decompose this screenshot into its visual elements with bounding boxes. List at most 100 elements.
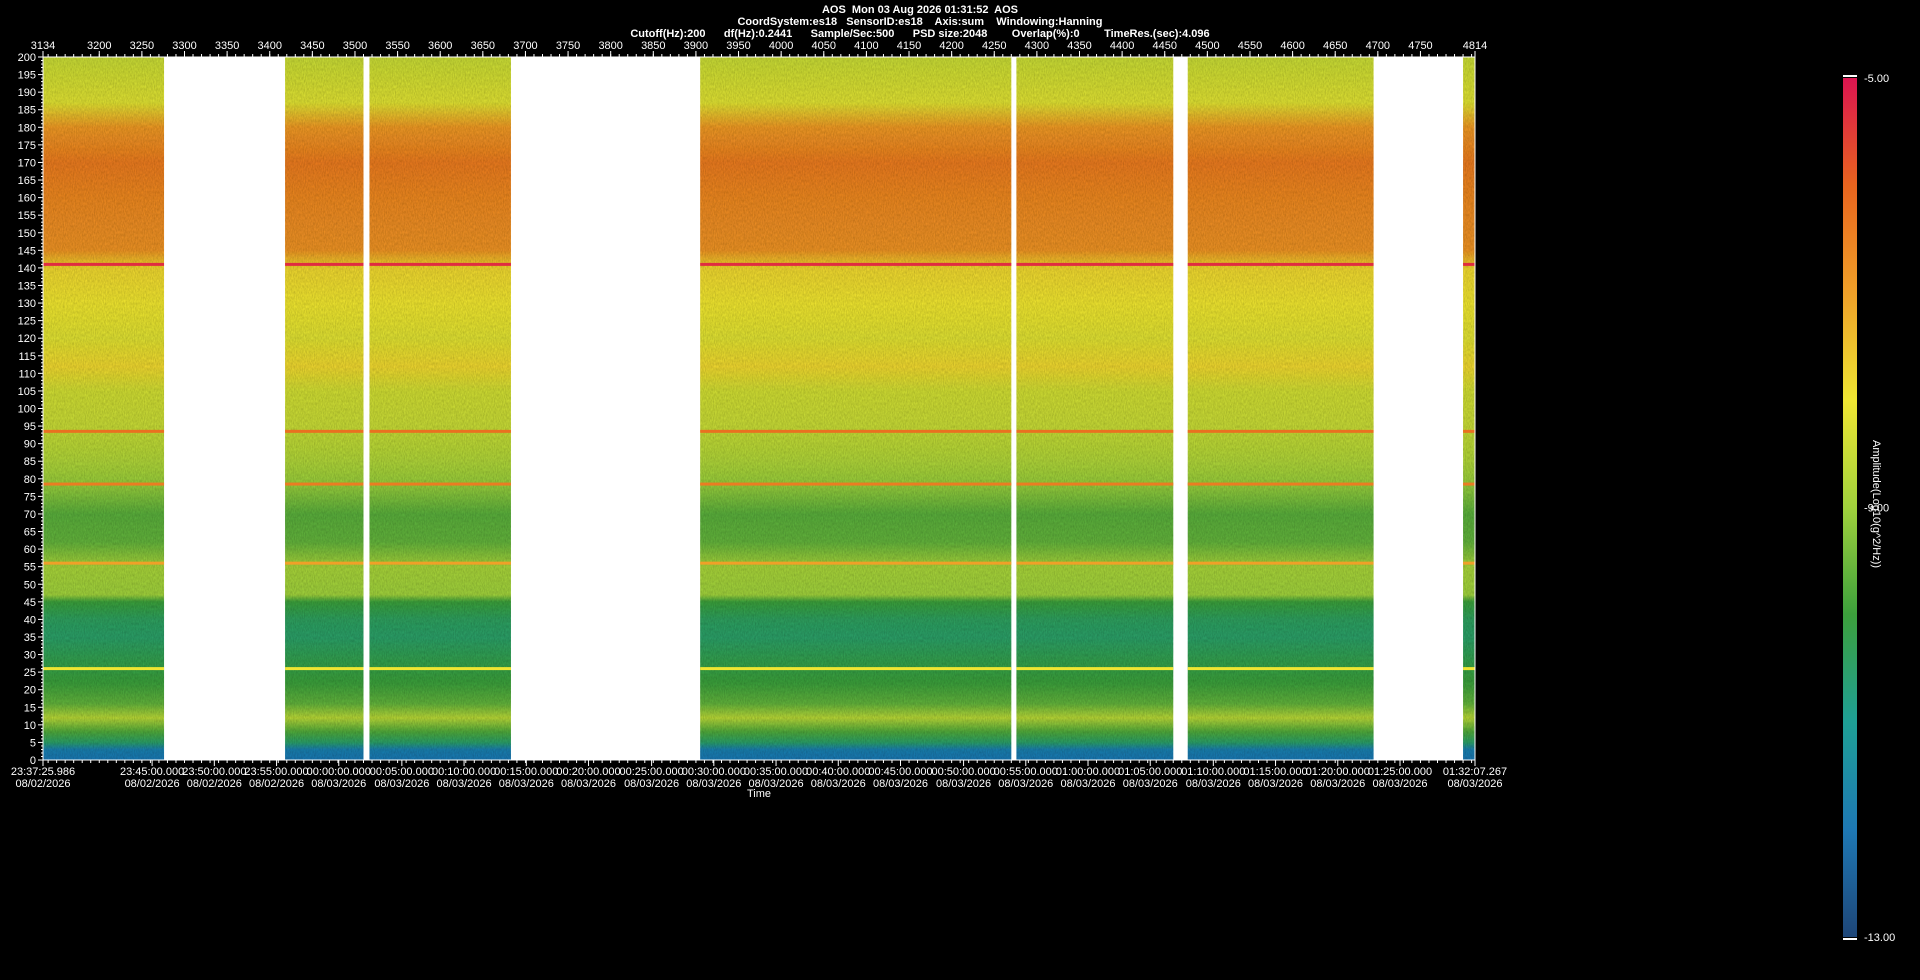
tonal-line — [43, 561, 165, 565]
y-tick-label: 135 — [18, 280, 36, 292]
top-tick-label: 3700 — [513, 40, 537, 52]
segment-fill — [1016, 57, 1174, 760]
tonal-line — [1187, 429, 1374, 433]
tonal-line — [1463, 429, 1475, 433]
bottom-tick-date: 08/03/2026 — [873, 778, 928, 790]
bottom-tick-time: 00:55:00.000 — [994, 766, 1058, 778]
tonal-line — [700, 667, 1012, 671]
spectrogram-chart: 0510152025303540455055606570758085909510… — [11, 40, 1895, 944]
y-tick-label: 140 — [18, 263, 36, 275]
top-index-axis: 3134 3200 3250 3300 3350 3400 3450 3500 3550 3600… — [31, 40, 1487, 57]
data-segment — [700, 57, 1012, 760]
y-tick-label: 80 — [24, 474, 36, 486]
tonal-line — [369, 561, 511, 565]
bottom-tick-time: 01:05:00.000 — [1118, 766, 1182, 778]
tonal-line — [1463, 667, 1475, 671]
bottom-tick-time: 01:25:00.000 — [1368, 766, 1432, 778]
top-tick-label: 3750 — [556, 40, 580, 52]
y-tick-label: 85 — [24, 456, 36, 468]
top-tick-label: 4650 — [1323, 40, 1347, 52]
top-tick-label: 3550 — [385, 40, 409, 52]
bottom-tick-date: 08/03/2026 — [686, 778, 741, 790]
bottom-tick-date: 08/03/2026 — [624, 778, 679, 790]
top-tick-label: 4050 — [812, 40, 836, 52]
top-tick-label: 4450 — [1152, 40, 1176, 52]
y-tick-label: 155 — [18, 210, 36, 222]
bottom-tick-date: 08/03/2026 — [311, 778, 366, 790]
bottom-tick-date: 08/03/2026 — [561, 778, 616, 790]
data-segment — [1187, 57, 1374, 760]
segment-fill — [43, 57, 165, 760]
tonal-line — [700, 561, 1012, 565]
top-tick-label: 3850 — [641, 40, 665, 52]
colorbar-tick-label: -5.00 — [1864, 73, 1889, 85]
top-tick-label: 4200 — [939, 40, 963, 52]
bottom-tick-date: 08/03/2026 — [1060, 778, 1115, 790]
bottom-tick-date: 08/03/2026 — [437, 778, 492, 790]
bottom-tick-time: 00:50:00.000 — [931, 766, 995, 778]
tonal-line — [1187, 667, 1374, 671]
segment-fill — [1463, 57, 1475, 760]
y-tick-label: 5 — [30, 737, 36, 749]
y-tick-label: 75 — [24, 491, 36, 503]
top-tick-label: 4400 — [1110, 40, 1134, 52]
top-tick-label: 4100 — [854, 40, 878, 52]
colorbar-bottom-marker — [1843, 938, 1857, 940]
y-tick-label: 30 — [24, 650, 36, 662]
top-tick-label: 4700 — [1366, 40, 1390, 52]
tonal-line — [285, 561, 364, 565]
bottom-tick-date: 08/03/2026 — [1372, 778, 1427, 790]
y-tick-label: 115 — [18, 351, 36, 363]
bottom-tick-date: 08/03/2026 — [998, 778, 1053, 790]
top-tick-label: 4300 — [1025, 40, 1049, 52]
bottom-tick-time: 01:00:00.000 — [1056, 766, 1120, 778]
top-tick-label: 3250 — [130, 40, 154, 52]
tonal-line — [1016, 429, 1174, 433]
bottom-tick-date: 08/03/2026 — [811, 778, 866, 790]
tonal-line — [43, 429, 165, 433]
top-tick-label: 3950 — [726, 40, 750, 52]
bottom-tick-time: 00:40:00.000 — [806, 766, 870, 778]
bottom-tick-date: 08/03/2026 — [1123, 778, 1178, 790]
bottom-tick-date: 08/02/2026 — [125, 778, 180, 790]
y-tick-label: 45 — [24, 597, 36, 609]
bottom-tick-date: 08/03/2026 — [1248, 778, 1303, 790]
tonal-line — [1016, 482, 1174, 486]
y-tick-label: 105 — [18, 386, 36, 398]
top-tick-label: 3500 — [343, 40, 367, 52]
bottom-tick-time: 00:45:00.000 — [868, 766, 932, 778]
colorbar-scale — [1843, 78, 1857, 937]
y-tick-label: 125 — [18, 316, 36, 328]
data-segment — [1016, 57, 1174, 760]
y-tick-label: 15 — [24, 702, 36, 714]
bottom-tick-date: 08/03/2026 — [1310, 778, 1365, 790]
bottom-tick-time: 01:15:00.000 — [1243, 766, 1307, 778]
top-tick-label: 3200 — [87, 40, 111, 52]
y-tick-label: 55 — [24, 562, 36, 574]
tonal-line — [1016, 561, 1174, 565]
y-tick-label: 170 — [18, 157, 36, 169]
top-tick-label: 4600 — [1280, 40, 1304, 52]
tonal-line — [1016, 262, 1174, 266]
bottom-tick-date: 08/03/2026 — [374, 778, 429, 790]
top-tick-label: 4150 — [897, 40, 921, 52]
y-tick-label: 200 — [18, 52, 36, 64]
bottom-tick-date: 08/03/2026 — [499, 778, 554, 790]
tonal-line — [369, 482, 511, 486]
tonal-line — [700, 429, 1012, 433]
segment-fill — [700, 57, 1012, 760]
bottom-tick-date: 08/02/2026 — [187, 778, 242, 790]
bottom-tick-time: 00:30:00.000 — [682, 766, 746, 778]
bottom-tick-date: 08/03/2026 — [1447, 778, 1502, 790]
top-tick-label: 3650 — [471, 40, 495, 52]
top-tick-label: 3300 — [172, 40, 196, 52]
y-tick-label: 175 — [18, 140, 36, 152]
y-tick-label: 65 — [24, 527, 36, 539]
tonal-line — [285, 482, 364, 486]
spectrogram-data-segments — [42, 56, 1476, 761]
y-tick-label: 120 — [18, 333, 36, 345]
bottom-tick-time: 23:45:00.000 — [120, 766, 184, 778]
segment-fill — [1187, 57, 1374, 760]
tonal-line — [285, 262, 364, 266]
tonal-line — [1463, 262, 1475, 266]
